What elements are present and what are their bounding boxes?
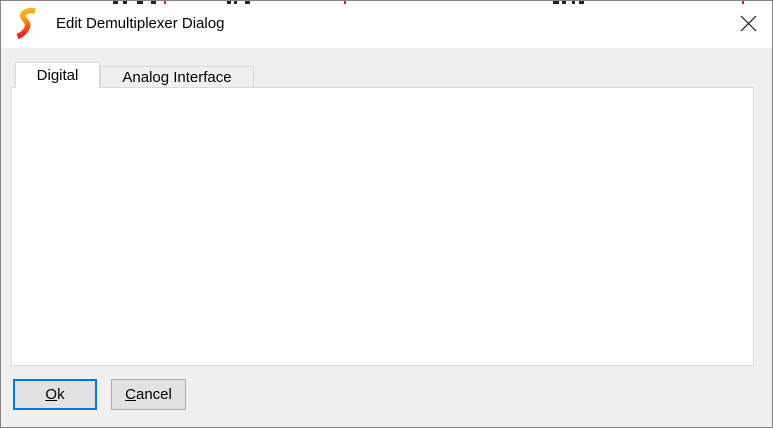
cancel-button-label: Cancel [125,386,172,403]
tab-digital-label: Digital [37,67,79,84]
tab-digital[interactable]: Digital [15,62,100,88]
tab-analog-interface[interactable]: Analog Interface [100,66,254,88]
tab-analog-interface-label: Analog Interface [122,69,231,86]
app-logo-icon [13,8,39,39]
close-button[interactable] [725,1,772,46]
close-icon [740,15,757,32]
edit-demultiplexer-dialog: Edit Demultiplexer Dialog Digital Analog… [0,0,773,428]
title-bar[interactable]: Edit Demultiplexer Dialog [1,1,772,48]
ok-button[interactable]: Ok [13,379,97,410]
digital-tab-page [11,87,754,366]
ok-button-label: Ok [45,386,64,403]
cancel-button[interactable]: Cancel [111,379,186,410]
dialog-title: Edit Demultiplexer Dialog [56,1,224,47]
